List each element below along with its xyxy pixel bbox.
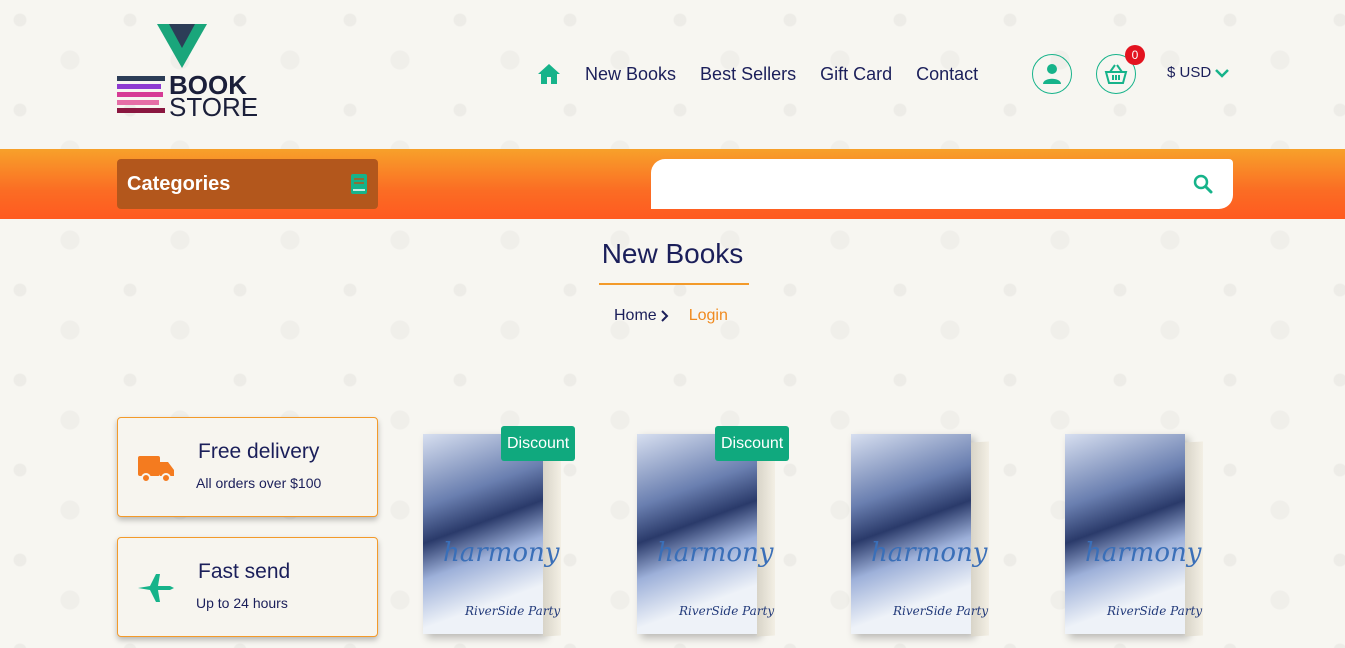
header: BOOK STORE New Books Best Sellers Gift C… xyxy=(0,0,1345,148)
search-icon[interactable] xyxy=(1193,174,1213,194)
categories-label: Categories xyxy=(127,172,231,195)
book-icon xyxy=(351,174,367,194)
currency-selector[interactable]: $ USD xyxy=(1167,64,1230,81)
main-nav: New Books Best Sellers Gift Card Contact xyxy=(537,54,1002,94)
book-cover-title: harmony xyxy=(443,538,560,568)
currency-label: $ USD xyxy=(1167,64,1212,81)
discount-badge: Discount xyxy=(501,426,576,461)
breadcrumb-current: Login xyxy=(688,307,728,324)
truck-icon xyxy=(138,456,174,483)
nav-new-books[interactable]: New Books xyxy=(585,64,676,85)
breadcrumb-home[interactable]: Home xyxy=(614,307,657,325)
user-icon xyxy=(1043,64,1061,84)
book-cover-subtitle: RiverSide Party xyxy=(465,604,561,618)
nav-contact[interactable]: Contact xyxy=(916,64,978,85)
page-title: New Books xyxy=(601,238,744,269)
home-icon[interactable] xyxy=(537,61,563,87)
title-underline xyxy=(599,283,749,285)
cart-count-badge: 0 xyxy=(1125,45,1145,65)
book-cover-title: harmony xyxy=(657,538,774,568)
book-card[interactable]: harmony RiverSide Party xyxy=(637,434,797,639)
book-cover-subtitle: RiverSide Party xyxy=(1107,604,1203,618)
book-cover-title: harmony xyxy=(1085,538,1202,568)
logo-text: BOOK STORE xyxy=(169,72,259,122)
logo-line2: STORE xyxy=(169,92,259,122)
book-card[interactable]: harmony RiverSide Party xyxy=(851,434,1011,639)
airplane-icon xyxy=(138,574,174,602)
book-cover-subtitle: RiverSide Party xyxy=(679,604,775,618)
user-account-button[interactable] xyxy=(1032,54,1072,94)
book-card[interactable]: harmony RiverSide Party xyxy=(1065,434,1225,639)
feature-title: Free delivery xyxy=(198,440,320,463)
feature-title: Fast send xyxy=(198,560,291,583)
cart-button[interactable]: 0 xyxy=(1096,45,1145,94)
search-box xyxy=(651,159,1233,209)
breadcrumb: Home Login xyxy=(614,307,728,325)
basket-icon xyxy=(1104,64,1128,84)
feature-subtitle: All orders over $100 xyxy=(196,475,322,491)
discount-badge: Discount xyxy=(715,426,790,461)
logo[interactable]: BOOK STORE xyxy=(117,22,258,124)
feature-subtitle: Up to 24 hours xyxy=(196,595,288,611)
chevron-right-icon xyxy=(660,310,669,322)
book-card[interactable]: harmony RiverSide Party xyxy=(423,434,583,639)
book-cover-subtitle: RiverSide Party xyxy=(893,604,989,618)
feature-free-delivery: Free delivery All orders over $100 xyxy=(117,417,378,517)
nav-best-sellers[interactable]: Best Sellers xyxy=(700,64,796,85)
categories-button[interactable]: Categories xyxy=(117,159,378,209)
chevron-down-icon xyxy=(1215,68,1230,78)
feature-fast-send: Fast send Up to 24 hours xyxy=(117,537,378,637)
search-input[interactable] xyxy=(665,169,1185,199)
nav-gift-card[interactable]: Gift Card xyxy=(820,64,892,85)
book-cover-title: harmony xyxy=(871,538,988,568)
